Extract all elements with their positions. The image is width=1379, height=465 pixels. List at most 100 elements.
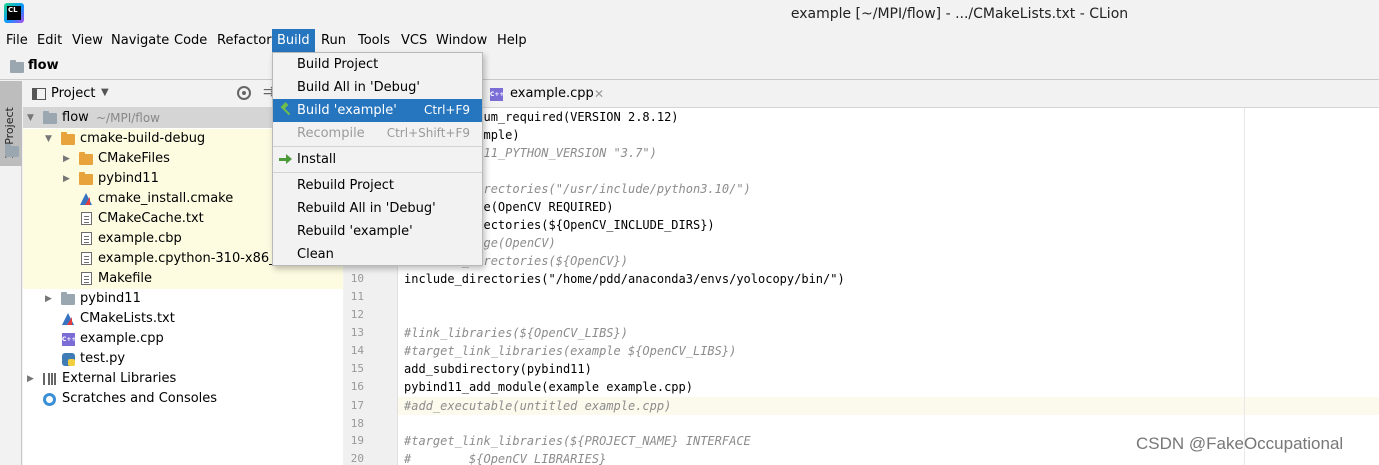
- tree-label: Makefile: [98, 271, 153, 286]
- cmake-file-icon: [80, 193, 92, 205]
- collapsed-arrow-icon[interactable]: ▶: [27, 369, 37, 389]
- project-tool-tab[interactable]: 1: Project: [0, 81, 22, 166]
- menu-help[interactable]: Help: [492, 29, 532, 52]
- menu-bar: File Edit View Navigate Code Refactor Bu…: [0, 29, 1379, 52]
- project-view-icon: [32, 88, 46, 100]
- menu-item-label: Build All in 'Debug': [297, 80, 420, 95]
- title-bar: CL example [~/MPI/flow] - .../CMakeLists…: [0, 0, 1379, 28]
- tree-label: test.py: [80, 351, 126, 366]
- menu-item-rebuild-project[interactable]: Rebuild Project: [273, 174, 482, 197]
- menu-window[interactable]: Window: [431, 29, 492, 52]
- tree-path-hint: ~/MPI/flow: [96, 111, 160, 125]
- menu-build[interactable]: Build: [272, 29, 315, 52]
- menu-item-build-all-debug[interactable]: Build All in 'Debug': [273, 76, 482, 99]
- code-line[interactable]: #target_link_libraries(example ${OpenCV_…: [404, 342, 736, 360]
- scratches-icon: [43, 393, 56, 406]
- line-number: 14: [350, 344, 364, 357]
- code-line[interactable]: #link_libraries(${OpenCV_LIBS}): [404, 324, 628, 342]
- expanded-arrow-icon[interactable]: ▼: [45, 129, 55, 149]
- code-line[interactable]: #add_executable(untitled example.cpp): [404, 397, 671, 415]
- menu-item-recompile: Recompile Ctrl+Shift+F9: [273, 122, 482, 145]
- tool-window-strip: 1: Project: [0, 81, 22, 465]
- tree-row-pybind11[interactable]: ▶ pybind11: [23, 289, 343, 309]
- menu-vcs[interactable]: VCS: [396, 29, 432, 52]
- menu-run[interactable]: Run: [316, 29, 351, 52]
- python-file-icon: [62, 353, 75, 366]
- menu-item-rebuild-all-debug[interactable]: Rebuild All in 'Debug': [273, 197, 482, 220]
- folder-icon: [43, 111, 57, 124]
- menu-item-rebuild-example[interactable]: Rebuild 'example': [273, 220, 482, 243]
- tree-label: pybind11: [80, 291, 141, 306]
- expanded-arrow-icon[interactable]: ▼: [27, 108, 37, 128]
- tab-label: example.cpp: [510, 86, 594, 101]
- close-icon[interactable]: ✕: [594, 81, 604, 107]
- tree-row-scratches[interactable]: Scratches and Consoles: [23, 389, 343, 409]
- tree-label: External Libraries: [62, 371, 177, 386]
- library-icon: [43, 373, 56, 385]
- menu-separator: [273, 146, 482, 147]
- menu-refactor[interactable]: Refactor: [212, 29, 277, 52]
- binary-file-icon: [81, 252, 92, 265]
- line-number: 11: [350, 290, 364, 303]
- code-line[interactable]: add_subdirectory(pybind11): [404, 360, 592, 378]
- cmake-file-icon: [62, 313, 74, 325]
- menu-item-label: Install: [297, 152, 337, 167]
- tree-label: CMakeFiles: [98, 151, 170, 166]
- menu-item-label: Recompile: [297, 126, 365, 141]
- project-view-selector[interactable]: Project: [51, 86, 95, 101]
- menu-item-shortcut: Ctrl+Shift+F9: [386, 126, 470, 140]
- menu-code[interactable]: Code: [169, 29, 212, 52]
- chevron-down-icon[interactable]: ▼: [101, 87, 109, 98]
- collapsed-arrow-icon[interactable]: ▶: [63, 149, 73, 169]
- menu-view[interactable]: View: [67, 29, 108, 52]
- tree-label: cmake_install.cmake: [98, 191, 234, 206]
- line-number: 19: [350, 434, 364, 447]
- tree-label: example.cbp: [98, 231, 182, 246]
- hammer-icon: [280, 104, 292, 116]
- menu-item-build-example[interactable]: Build 'example' Ctrl+F9: [273, 99, 482, 122]
- locate-target-icon[interactable]: [237, 86, 251, 100]
- folder-icon: [61, 292, 75, 305]
- tree-label: flow: [62, 110, 89, 125]
- collapsed-arrow-icon[interactable]: ▶: [63, 169, 73, 189]
- folder-icon: [10, 60, 24, 73]
- collapsed-arrow-icon[interactable]: ▶: [45, 289, 55, 309]
- tree-row-makefile[interactable]: Makefile: [23, 269, 343, 289]
- watermark: CSDN @FakeOccupational: [1136, 434, 1344, 453]
- tree-row-test-py[interactable]: test.py: [23, 349, 343, 369]
- line-number: 13: [350, 326, 364, 339]
- menu-item-label: Rebuild 'example': [297, 224, 413, 239]
- menu-item-label: Rebuild Project: [297, 178, 395, 193]
- menu-item-label: Clean: [297, 247, 334, 262]
- folder-icon: [79, 172, 93, 185]
- code-line[interactable]: # ${OpenCV_LIBRARIES}: [404, 450, 606, 465]
- menu-item-install[interactable]: Install: [273, 148, 482, 171]
- line-number: 18: [350, 417, 364, 430]
- menu-edit[interactable]: Edit: [32, 29, 67, 52]
- folder-icon: [61, 132, 75, 145]
- tree-row-cmakelists[interactable]: CMakeLists.txt: [23, 309, 343, 329]
- line-number: 15: [350, 362, 364, 375]
- tree-row-example-cpp[interactable]: C++ example.cpp: [23, 329, 343, 349]
- build-menu-dropdown: Build Project Build All in 'Debug' Build…: [272, 52, 483, 266]
- menu-item-shortcut: Ctrl+F9: [424, 103, 470, 117]
- menu-item-clean[interactable]: Clean: [273, 243, 482, 266]
- breadcrumb-flow[interactable]: flow: [28, 58, 59, 73]
- line-number: 10: [350, 272, 364, 285]
- menu-item-build-project[interactable]: Build Project: [273, 53, 482, 76]
- tree-label: pybind11: [98, 171, 159, 186]
- code-line[interactable]: #target_link_libraries(${PROJECT_NAME} I…: [404, 432, 751, 450]
- menu-tools[interactable]: Tools: [353, 29, 395, 52]
- tree-row-external-libraries[interactable]: ▶ External Libraries: [23, 369, 343, 389]
- code-line[interactable]: include_directories("/home/pdd/anaconda3…: [404, 270, 845, 288]
- code-line[interactable]: pybind11_add_module(example example.cpp): [404, 378, 693, 396]
- window-title: example [~/MPI/flow] - .../CMakeLists.tx…: [790, 6, 1129, 22]
- cpp-file-icon: C++: [490, 88, 504, 101]
- tree-label: CMakeCache.txt: [98, 211, 204, 226]
- navigation-bar: flow: [0, 54, 1379, 80]
- menu-navigate[interactable]: Navigate: [106, 29, 174, 52]
- tree-label: Scratches and Consoles: [62, 391, 218, 406]
- menu-item-label: Rebuild All in 'Debug': [297, 201, 436, 216]
- menu-file[interactable]: File: [1, 29, 33, 52]
- tab-example-cpp[interactable]: C++ example.cpp ✕: [482, 81, 604, 108]
